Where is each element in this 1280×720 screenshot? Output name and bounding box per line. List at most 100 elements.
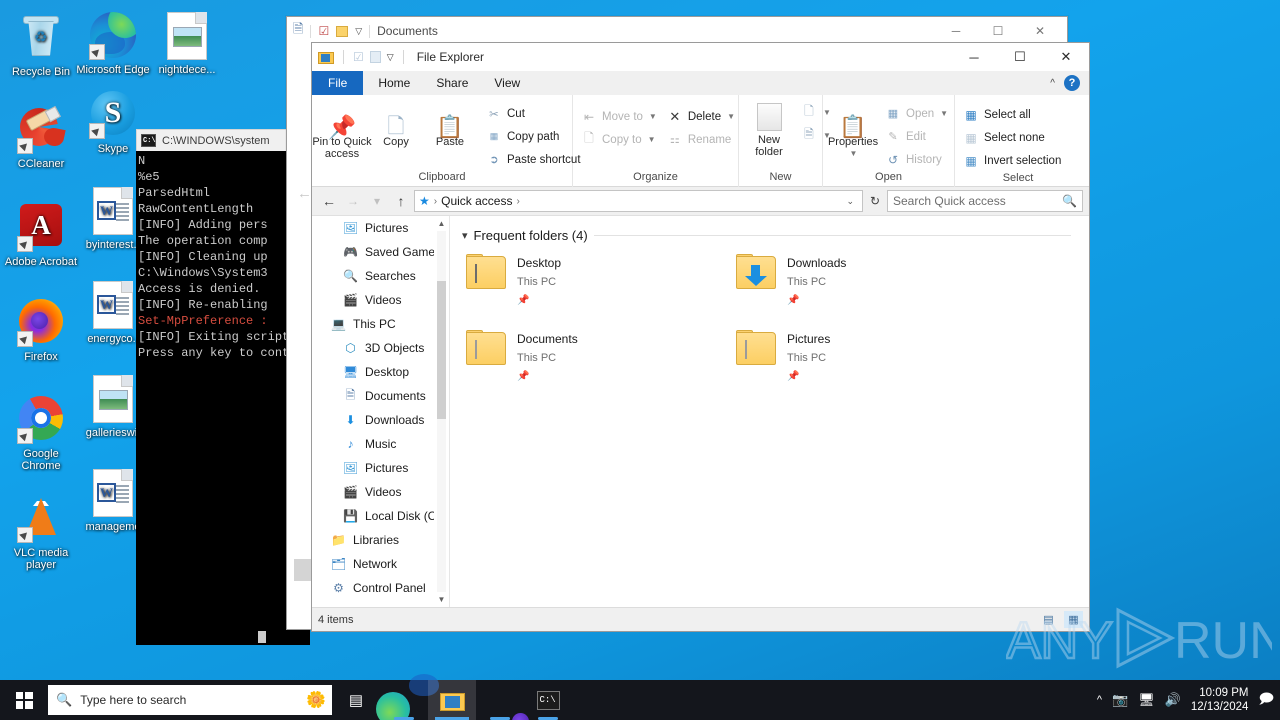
- new-folder-qat-icon[interactable]: [336, 25, 349, 37]
- tab-home[interactable]: Home: [365, 71, 423, 95]
- delete-button[interactable]: ✕ Delete ▼: [663, 106, 739, 127]
- chevron-up-icon[interactable]: ^: [1097, 694, 1102, 706]
- chevron-down-icon[interactable]: ▼: [648, 135, 656, 144]
- back-arrow-icon[interactable]: ←: [318, 190, 340, 212]
- paste-shortcut-button[interactable]: ➲ Paste shortcut: [482, 149, 585, 170]
- action-center-icon[interactable]: 🗩: [1258, 688, 1274, 712]
- nav-item-pictures[interactable]: 🖼 Pictures: [312, 216, 449, 240]
- close-button[interactable]: ✕: [1019, 18, 1061, 45]
- folder-tile-desktop[interactable]: Desktop This PC 📌: [462, 251, 732, 311]
- nav-item-network[interactable]: 🗂 Network: [312, 552, 449, 576]
- nav-item-downloads[interactable]: ⬇ Downloads: [312, 408, 449, 432]
- open-button[interactable]: ▦ Open ▼: [881, 103, 952, 124]
- nav-item-searches[interactable]: 🔍 Searches: [312, 264, 449, 288]
- invert-selection-button[interactable]: ▦ Invert selection: [959, 150, 1065, 171]
- help-button[interactable]: ?: [1064, 75, 1080, 91]
- chevron-down-icon[interactable]: ▾: [462, 229, 468, 242]
- nav-item-local-disk-c[interactable]: 💾 Local Disk (C:): [312, 504, 449, 528]
- select-all-button[interactable]: ▦ Select all: [959, 104, 1065, 125]
- chevron-down-icon[interactable]: ▼: [649, 112, 657, 121]
- nav-item-videos-2[interactable]: 🎬 Videos: [312, 480, 449, 504]
- up-one-level-icon[interactable]: ↑: [390, 190, 412, 212]
- new-folder-qat-icon[interactable]: [369, 51, 381, 63]
- desktop-icon-adobe-acrobat[interactable]: Adobe Acrobat: [4, 198, 78, 268]
- details-view-icon[interactable]: ▤: [1039, 611, 1058, 628]
- customize-qat-icon[interactable]: ▽: [387, 52, 394, 63]
- scroll-thumb[interactable]: [437, 281, 446, 419]
- scroll-down-icon[interactable]: ▼: [434, 592, 449, 607]
- history-button[interactable]: ↺ History: [881, 149, 952, 170]
- nav-item-control-panel[interactable]: ⚙ Control Panel: [312, 576, 449, 600]
- folder-tile-documents[interactable]: Documents This PC 📌: [462, 327, 732, 387]
- scroll-up-icon[interactable]: ▲: [434, 216, 449, 231]
- nav-item-3d-objects[interactable]: ⬡ 3D Objects: [312, 336, 449, 360]
- minimize-button[interactable]: ─: [935, 18, 977, 45]
- folder-tile-pictures[interactable]: Pictures This PC 📌: [732, 327, 1002, 387]
- navigation-pane[interactable]: 🖼 Pictures 🎮 Saved Games 🔍 Searches 🎬 Videos…: [312, 216, 450, 607]
- forward-arrow-icon[interactable]: →: [342, 190, 364, 212]
- taskbar-search-input[interactable]: 🔍 Type here to search 🌼: [48, 685, 332, 715]
- start-button[interactable]: [0, 680, 48, 720]
- copy-button[interactable]: 🗋 Copy: [370, 100, 422, 151]
- file-explorer-window[interactable]: ☑ ▽ File Explorer ─ ☐ ✕ File Home Share …: [311, 42, 1090, 632]
- address-bar[interactable]: ★ › Quick access › ⌄: [414, 190, 863, 212]
- nav-item-saved-games[interactable]: 🎮 Saved Games: [312, 240, 449, 264]
- nav-item-libraries[interactable]: 📁 Libraries: [312, 528, 449, 552]
- properties-qat-icon[interactable]: ☑: [353, 50, 364, 64]
- desktop-icon-google-chrome[interactable]: Google Chrome: [4, 391, 78, 472]
- content-pane[interactable]: ▾ Frequent folders (4) Desktop This PC 📌…: [450, 216, 1089, 607]
- command-prompt-window[interactable]: C:\ C:\WINDOWS\system N %e5 ParsedHtml R…: [136, 129, 310, 645]
- search-icon[interactable]: 🔍: [1062, 194, 1077, 208]
- new-folder-button[interactable]: New folder: [743, 100, 795, 161]
- taskbar-edge-button[interactable]: [380, 680, 428, 720]
- search-input[interactable]: Search Quick access 🔍: [887, 190, 1083, 212]
- copy-to-button[interactable]: 🗋 Copy to ▼: [577, 129, 661, 150]
- paste-button[interactable]: 📋 Paste: [424, 100, 476, 151]
- nav-pane-scrollbar[interactable]: ▲ ▼: [434, 216, 449, 607]
- large-icons-view-icon[interactable]: ▦: [1064, 611, 1083, 628]
- desktop-icon-microsoft-edge[interactable]: Microsoft Edge: [76, 8, 150, 76]
- network-icon[interactable]: 🖥: [1138, 692, 1155, 708]
- customize-qat-icon[interactable]: ▽: [355, 26, 362, 37]
- chevron-down-icon[interactable]: ▼: [940, 109, 948, 118]
- taskbar-firefox-button[interactable]: [476, 680, 524, 720]
- desktop-icon-nightdece[interactable]: nightdece...: [150, 8, 224, 76]
- minimize-button[interactable]: ─: [951, 43, 997, 71]
- recent-locations-icon[interactable]: ▾: [366, 190, 388, 212]
- select-none-button[interactable]: ▦ Select none: [959, 127, 1065, 148]
- desktop-icon-ccleaner[interactable]: CCleaner: [4, 100, 78, 170]
- rename-button[interactable]: ⚏ Rename: [663, 129, 739, 150]
- desktop-icon-firefox[interactable]: Firefox: [4, 294, 78, 363]
- explorer-title-bar[interactable]: ☑ ▽ File Explorer ─ ☐ ✕: [312, 43, 1089, 71]
- tab-file[interactable]: File: [312, 71, 364, 95]
- nav-item-videos[interactable]: 🎬 Videos: [312, 288, 449, 312]
- cut-button[interactable]: ✂ Cut: [482, 103, 585, 124]
- refresh-icon[interactable]: ↻: [865, 190, 885, 212]
- background-back-arrow-icon[interactable]: ←: [297, 185, 312, 202]
- taskbar-command-prompt-button[interactable]: C:\: [524, 680, 572, 720]
- edit-button[interactable]: ✎ Edit: [881, 126, 952, 147]
- desktop-icon-vlc[interactable]: VLC media player: [4, 490, 78, 571]
- lotus-flower-icon[interactable]: 🌼: [306, 690, 326, 710]
- nav-item-pictures-2[interactable]: 🖼 Pictures: [312, 456, 449, 480]
- clock[interactable]: 10:09 PM 12/13/2024: [1191, 686, 1249, 714]
- nav-item-documents[interactable]: 🗎 Documents: [312, 384, 449, 408]
- console-title-bar[interactable]: C:\ C:\WINDOWS\system: [136, 129, 310, 151]
- properties-button[interactable]: 📋 Properties ▼: [827, 100, 879, 163]
- nav-item-desktop[interactable]: 🖥 Desktop: [312, 360, 449, 384]
- move-to-button[interactable]: ⇤ Move to ▼: [577, 106, 661, 127]
- chevron-up-icon[interactable]: ^: [1050, 78, 1055, 89]
- taskbar-file-explorer-button[interactable]: [428, 680, 476, 720]
- chevron-down-icon[interactable]: ▼: [727, 112, 735, 121]
- properties-qat-icon[interactable]: ☑: [318, 24, 329, 38]
- webcam-icon[interactable]: 📷: [1112, 692, 1128, 708]
- close-button[interactable]: ✕: [1043, 43, 1089, 71]
- desktop-icon-recycle-bin[interactable]: ♻ Recycle Bin: [4, 8, 78, 78]
- maximize-button[interactable]: ☐: [997, 43, 1043, 71]
- taskbar-task-view-button[interactable]: ▤: [332, 680, 380, 720]
- address-dropdown-icon[interactable]: ⌄: [846, 196, 858, 207]
- background-window-title-bar[interactable]: 🗎 ☑ ▽ Documents ─ ☐ ✕: [287, 17, 1067, 45]
- breadcrumb-separator[interactable]: ›: [516, 196, 519, 207]
- nav-item-music[interactable]: ♪ Music: [312, 432, 449, 456]
- volume-icon[interactable]: 🔊: [1165, 692, 1181, 708]
